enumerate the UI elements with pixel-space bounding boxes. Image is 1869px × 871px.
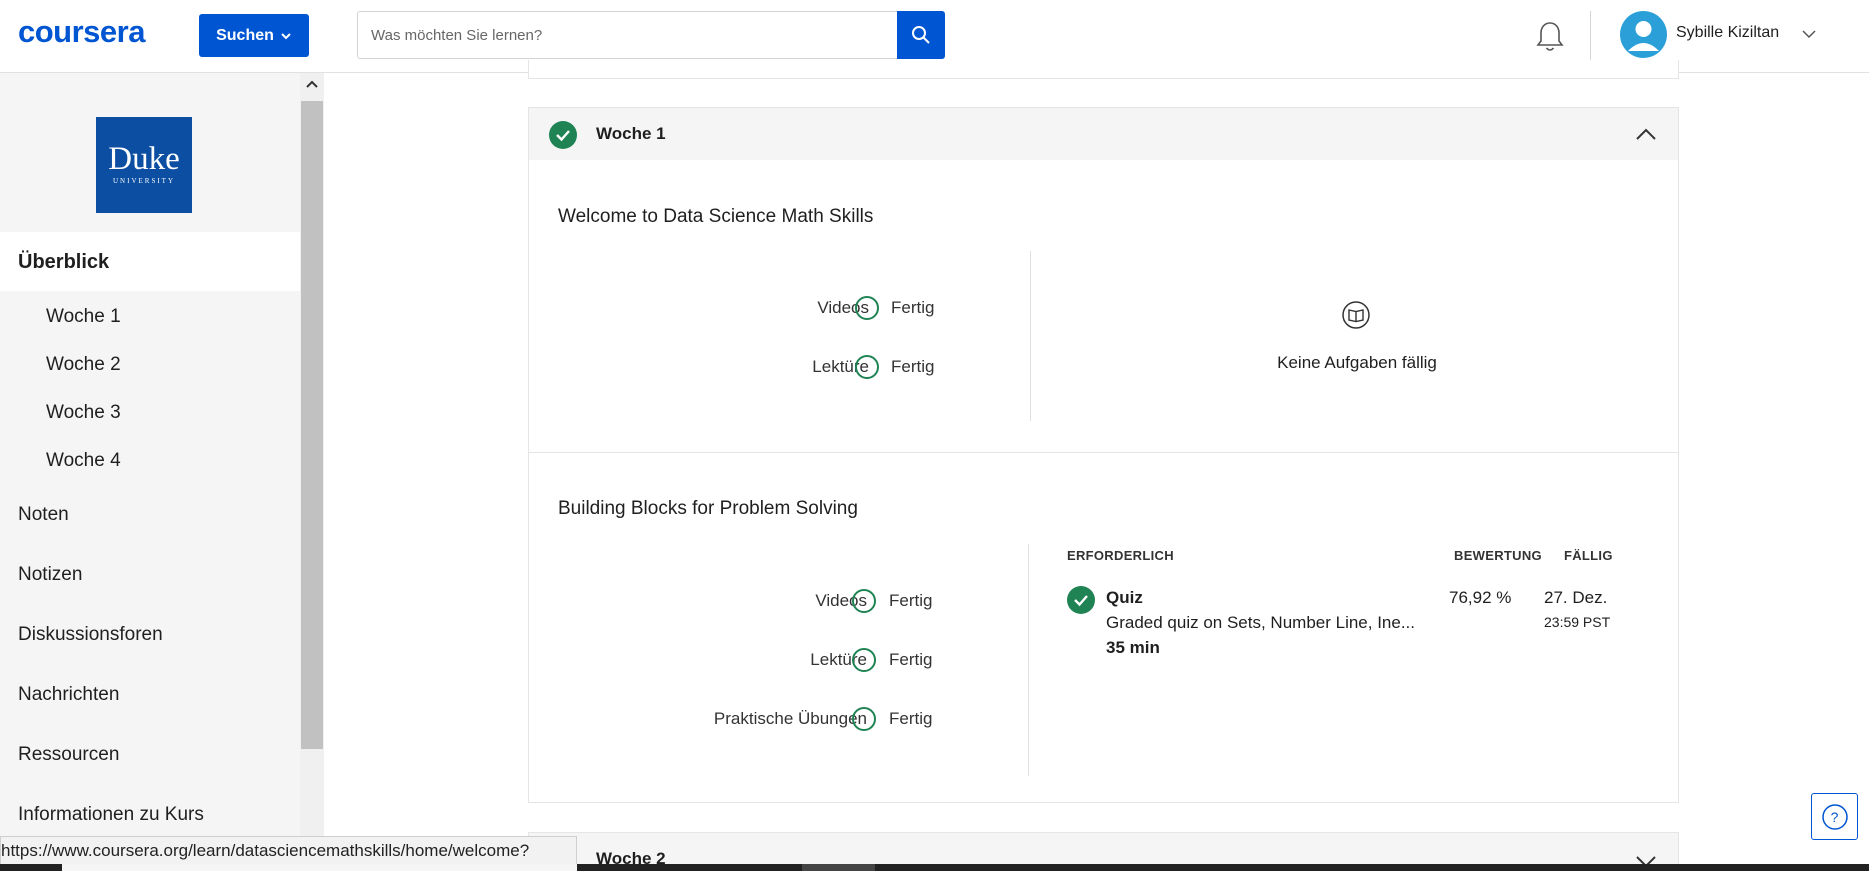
column-divider	[1028, 544, 1029, 776]
taskbar-strip	[0, 864, 1869, 871]
status-bar-url: https://www.coursera.org/learn/datascien…	[0, 836, 577, 866]
explore-button[interactable]: Suchen	[199, 14, 309, 57]
chevron-down-icon	[281, 32, 291, 39]
column-divider	[1030, 251, 1031, 421]
due-header: FÄLLIG	[1564, 548, 1613, 563]
taskbar-segment	[62, 864, 577, 871]
section-welcome: Welcome to Data Science Math Skills Vide…	[528, 160, 1679, 453]
videos-label: Videos	[817, 298, 869, 317]
quiz-duration: 35 min	[1106, 638, 1160, 657]
sidebar-scrollbar[interactable]	[300, 73, 324, 871]
previous-card	[528, 60, 1679, 79]
book-icon	[1342, 301, 1370, 329]
progress-ring-icon	[852, 707, 876, 731]
week-1-header[interactable]: Woche 1	[528, 107, 1679, 160]
sidebar-item-week-4[interactable]: Woche 4	[46, 450, 121, 472]
sidebar-item-course-info[interactable]: Informationen zu Kurs	[18, 804, 204, 826]
practice-label: Praktische Übungen	[713, 709, 867, 728]
header-divider	[1590, 11, 1591, 61]
progress-ring-icon	[852, 648, 876, 672]
quiz-type[interactable]: Quiz	[1106, 588, 1143, 608]
readings-status: Fertig	[891, 357, 935, 376]
coursera-logo[interactable]: coursera	[18, 14, 145, 50]
readings-label: Lektüre	[810, 650, 867, 669]
sidebar-item-overview[interactable]: Überblick	[0, 232, 300, 291]
progress-ring-icon	[855, 296, 879, 320]
quiz-due-time: 23:59 PST	[1544, 614, 1611, 630]
search-box	[357, 11, 897, 59]
chevron-up-icon[interactable]	[1635, 127, 1657, 141]
required-header: ERFORDERLICH	[1067, 548, 1174, 563]
sidebar-item-grades[interactable]: Noten	[18, 504, 69, 526]
check-icon	[1067, 586, 1095, 614]
sidebar-item-messages[interactable]: Nachrichten	[18, 684, 119, 706]
progress-ring-icon	[855, 355, 879, 379]
help-label: ?	[1830, 808, 1839, 825]
sidebar-item-week-1[interactable]: Woche 1	[46, 306, 121, 328]
search-icon	[912, 26, 930, 44]
section-title: Welcome to Data Science Math Skills	[558, 206, 874, 227]
sidebar-item-label: Überblick	[18, 251, 110, 273]
chevron-up-icon[interactable]	[305, 79, 319, 89]
avatar[interactable]	[1620, 11, 1667, 58]
section-building-blocks: Building Blocks for Problem Solving Vide…	[528, 452, 1679, 803]
videos-status: Fertig	[889, 591, 933, 610]
sidebar-item-week-2[interactable]: Woche 2	[46, 354, 121, 376]
duke-logo-word: Duke	[108, 141, 180, 177]
explore-label: Suchen	[216, 26, 274, 44]
readings-status: Fertig	[889, 650, 933, 669]
sidebar-item-resources[interactable]: Ressourcen	[18, 744, 119, 766]
duke-logo: Duke UNIVERSITY	[96, 117, 192, 213]
sidebar-item-notes[interactable]: Notizen	[18, 564, 82, 586]
taskbar-segment	[802, 864, 875, 871]
videos-label: Videos	[815, 591, 867, 610]
sidebar-item-week-3[interactable]: Woche 3	[46, 402, 121, 424]
progress-ring-icon	[852, 589, 876, 613]
quiz-due-date: 27. Dez.	[1544, 588, 1608, 607]
check-icon	[549, 121, 577, 149]
search-input[interactable]	[371, 26, 897, 44]
help-button[interactable]: ?	[1811, 793, 1858, 840]
readings-label: Lektüre	[812, 357, 869, 376]
videos-status: Fertig	[891, 298, 935, 317]
no-assignments-text: Keine Aufgaben fällig	[1277, 353, 1437, 372]
chevron-down-icon[interactable]	[1802, 29, 1816, 39]
bell-icon[interactable]	[1534, 20, 1566, 54]
sidebar-item-forums[interactable]: Diskussionsforen	[18, 624, 163, 646]
grade-header: BEWERTUNG	[1454, 548, 1542, 563]
quiz-name[interactable]: Graded quiz on Sets, Number Line, Ine...	[1106, 613, 1415, 633]
practice-status: Fertig	[889, 709, 933, 728]
user-name[interactable]: Sybille Kiziltan	[1676, 24, 1779, 42]
user-icon	[1628, 21, 1659, 51]
scrollbar-thumb[interactable]	[301, 101, 323, 749]
quiz-grade: 76,92 %	[1449, 588, 1512, 607]
sidebar: Duke UNIVERSITY Überblick Woche 1 Woche …	[0, 73, 300, 871]
search-button[interactable]	[897, 11, 945, 59]
section-title: Building Blocks for Problem Solving	[558, 498, 858, 519]
week-1-title: Woche 1	[596, 124, 666, 143]
duke-logo-sub: UNIVERSITY	[113, 177, 175, 185]
